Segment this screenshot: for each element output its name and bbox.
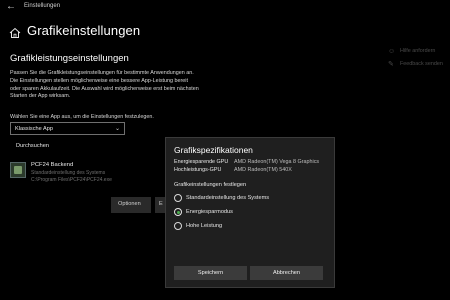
save-label: Speichern	[197, 270, 224, 276]
home-icon	[9, 26, 21, 38]
browse-button[interactable]: Durchsuchen	[10, 140, 54, 153]
app-name[interactable]: PCF24 Backend	[31, 162, 73, 168]
chevron-down-icon: ⌄	[114, 126, 120, 132]
app-icon-glyph	[14, 166, 22, 174]
radio-power-saving[interactable]	[174, 208, 182, 216]
settings-label: Grafikeinstellungen festlegen	[174, 182, 247, 188]
radio-label[interactable]: Hohe Leistung	[186, 223, 222, 229]
back-arrow-icon[interactable]: ←	[6, 1, 16, 13]
cancel-button[interactable]: Abbrechen	[250, 266, 323, 280]
app-path: C:\Program Files\PCF24\PCF24.exe	[31, 177, 112, 183]
radio-system-default[interactable]	[174, 194, 182, 202]
feedback-link[interactable]: Feedback senden	[400, 61, 443, 67]
radio-label[interactable]: Energiesparmodus	[186, 209, 233, 215]
app-setting: Standardeinstellung des Systems	[31, 170, 106, 176]
section-title: Grafikleistungseinstellungen	[10, 53, 129, 64]
help-icon: ☺	[388, 48, 396, 55]
graphics-spec-dialog: Grafikspezifikationen Energiesparende GP…	[165, 137, 335, 288]
remove-label: E	[159, 201, 163, 207]
app-type-dropdown[interactable]: Klassische App ⌄	[10, 122, 125, 135]
choose-app-label: Wählen Sie eine App aus, um die Einstell…	[10, 114, 154, 120]
dialog-title: Grafikspezifikationen	[174, 145, 253, 155]
spec-value: AMD Radeon(TM) Vega 8 Graphics	[234, 159, 320, 165]
spec-label: Hochleistungs-GPU	[174, 167, 222, 173]
cancel-label: Abbrechen	[272, 270, 301, 276]
radio-label[interactable]: Standardeinstellung des Systems	[186, 195, 269, 201]
help-link[interactable]: Hilfe anfordern	[400, 48, 435, 54]
spec-label: Energiesparende GPU	[174, 159, 229, 165]
options-button[interactable]: Optionen	[111, 197, 151, 213]
radio-high-performance[interactable]	[174, 222, 182, 230]
radio-selected-dot	[176, 210, 180, 214]
page-title: Grafikeinstellungen	[27, 23, 141, 38]
app-type-value: Klassische App	[15, 126, 53, 132]
feedback-icon: ✎	[388, 61, 394, 68]
browse-label: Durchsuchen	[16, 143, 49, 149]
save-button[interactable]: Speichern	[174, 266, 247, 280]
spec-value: AMD Radeon(TM) 540X	[234, 167, 292, 173]
app-icon	[10, 162, 26, 178]
section-description: Passen Sie die Grafikleistungseinstellun…	[10, 70, 199, 100]
title-bar: ← Einstellungen	[0, 0, 450, 14]
options-label: Optionen	[118, 201, 141, 207]
window-title: Einstellungen	[24, 3, 61, 9]
